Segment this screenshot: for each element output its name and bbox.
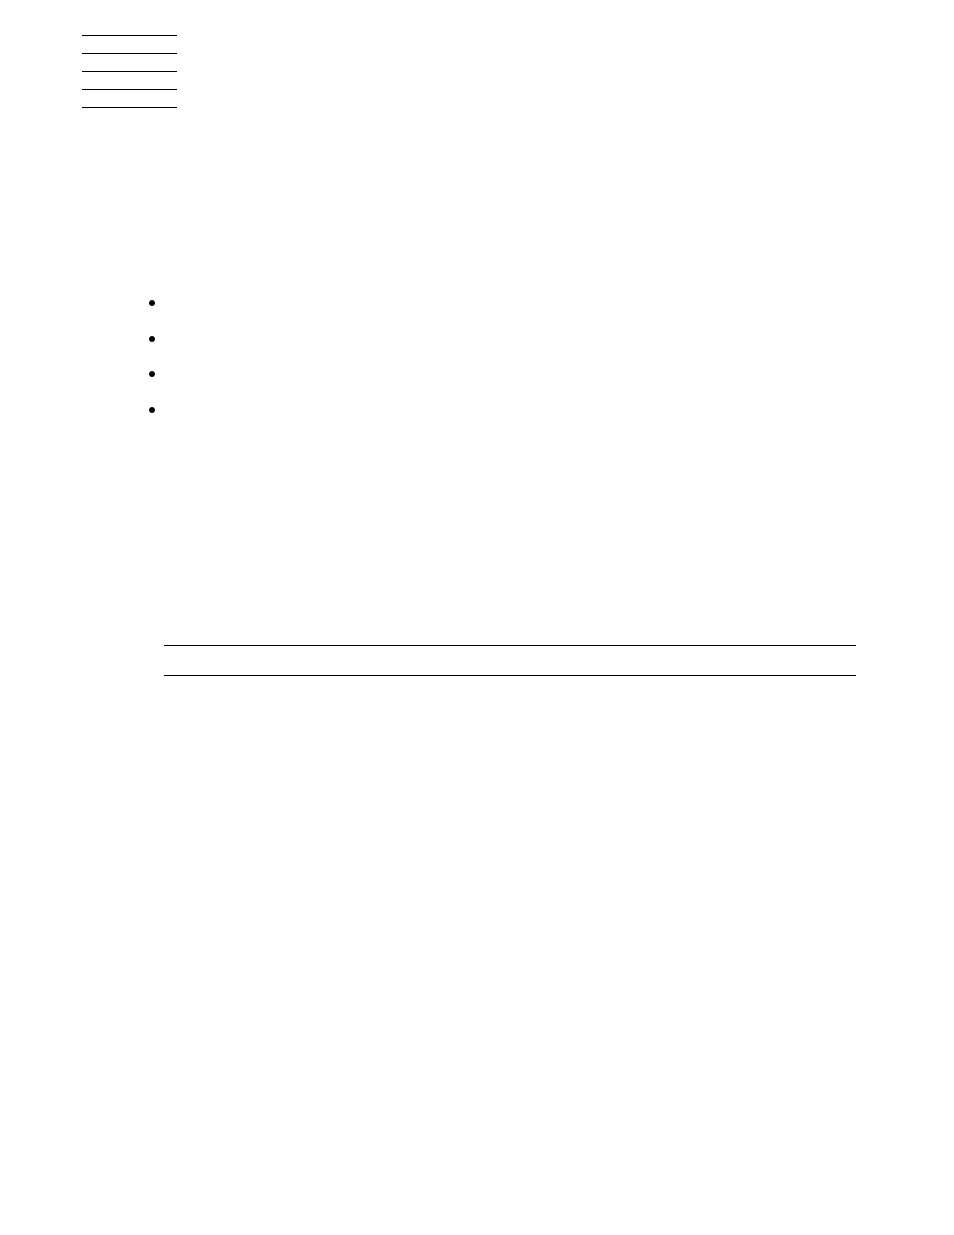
horizontal-rule	[82, 107, 177, 108]
section-divider	[164, 675, 856, 676]
rule-stack	[82, 35, 177, 108]
horizontal-rule	[82, 35, 177, 36]
table-of-contents	[128, 285, 168, 428]
horizontal-rule	[82, 89, 177, 90]
horizontal-rule	[82, 71, 177, 72]
document-page	[0, 0, 954, 1235]
section-divider	[164, 645, 856, 646]
horizontal-rule	[82, 53, 177, 54]
